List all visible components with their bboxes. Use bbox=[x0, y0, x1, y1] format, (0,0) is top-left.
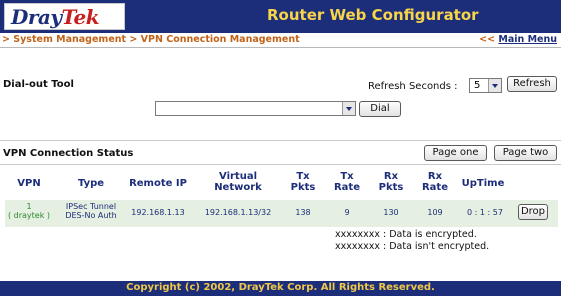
main-menu-nav: << Main Menu bbox=[479, 34, 557, 45]
col-header-virtual-network: Virtual Network bbox=[214, 171, 262, 193]
section-divider bbox=[0, 140, 561, 141]
dialout-profile-select[interactable] bbox=[155, 101, 356, 116]
header-bar: DrayTek Router Web Configurator bbox=[0, 0, 561, 33]
app-title: Router Web Configurator bbox=[267, 6, 479, 24]
cell-type: IPSec Tunnel DES-No Auth bbox=[65, 202, 117, 220]
main-menu-arrows: << bbox=[479, 34, 496, 45]
refresh-seconds-value: 5 bbox=[474, 80, 481, 91]
col-header-rx-pkts: Rx Pkts bbox=[378, 171, 404, 193]
col-header-tx-pkts: Tx Pkts bbox=[290, 171, 316, 193]
breadcrumb-bar: > System Management > VPN Connection Man… bbox=[0, 33, 561, 48]
dial-button[interactable]: Dial bbox=[359, 101, 401, 117]
legend-not-encrypted: xxxxxxxx : Data isn't encrypted. bbox=[335, 241, 490, 252]
logo-text-dray: Dray bbox=[11, 5, 62, 29]
cell-virtual-network: 192.168.1.13/32 bbox=[204, 208, 272, 217]
cell-uptime: 0 : 1 : 57 bbox=[467, 208, 503, 217]
cell-rx-pkts: 130 bbox=[383, 208, 399, 217]
page-one-button[interactable]: Page one bbox=[424, 145, 487, 161]
cell-tx-rate: 9 bbox=[344, 208, 350, 217]
cell-tx-pkts: 138 bbox=[295, 208, 311, 217]
legend-encrypted: xxxxxxxx : Data is encrypted. bbox=[335, 229, 477, 240]
page-two-button[interactable]: Page two bbox=[494, 145, 557, 161]
breadcrumb: > System Management > VPN Connection Man… bbox=[2, 34, 300, 45]
col-header-remote-ip: Remote IP bbox=[129, 178, 187, 189]
refresh-button[interactable]: Refresh bbox=[507, 76, 557, 92]
col-header-rx-rate: Rx Rate bbox=[421, 171, 448, 193]
col-header-type: Type bbox=[77, 178, 105, 189]
refresh-seconds-label: Refresh Seconds : bbox=[368, 81, 458, 92]
cell-remote-ip: 192.168.1.13 bbox=[131, 208, 185, 217]
col-header-uptime: UpTime bbox=[461, 178, 505, 189]
main-menu-link[interactable]: Main Menu bbox=[498, 34, 557, 45]
table-top-divider bbox=[0, 164, 561, 165]
dialout-tool-label: Dial-out Tool bbox=[3, 79, 74, 90]
chevron-down-icon[interactable] bbox=[488, 79, 501, 92]
col-header-vpn: VPN bbox=[17, 178, 41, 189]
drop-button[interactable]: Drop bbox=[518, 204, 548, 220]
vpn-status-label: VPN Connection Status bbox=[3, 148, 134, 159]
col-header-tx-rate: Tx Rate bbox=[333, 171, 360, 193]
logo-text-tek: Tek bbox=[61, 5, 100, 29]
refresh-seconds-select[interactable]: 5 bbox=[469, 78, 502, 93]
cell-vpn: 1 ( draytek ) bbox=[7, 202, 51, 220]
cell-rx-rate: 109 bbox=[427, 208, 443, 217]
copyright-text: Copyright (c) 2002, DrayTek Corp. All Ri… bbox=[126, 282, 435, 293]
chevron-down-icon[interactable] bbox=[342, 102, 355, 115]
draytek-logo: DrayTek bbox=[4, 3, 125, 30]
footer-bar: Copyright (c) 2002, DrayTek Corp. All Ri… bbox=[0, 281, 561, 296]
